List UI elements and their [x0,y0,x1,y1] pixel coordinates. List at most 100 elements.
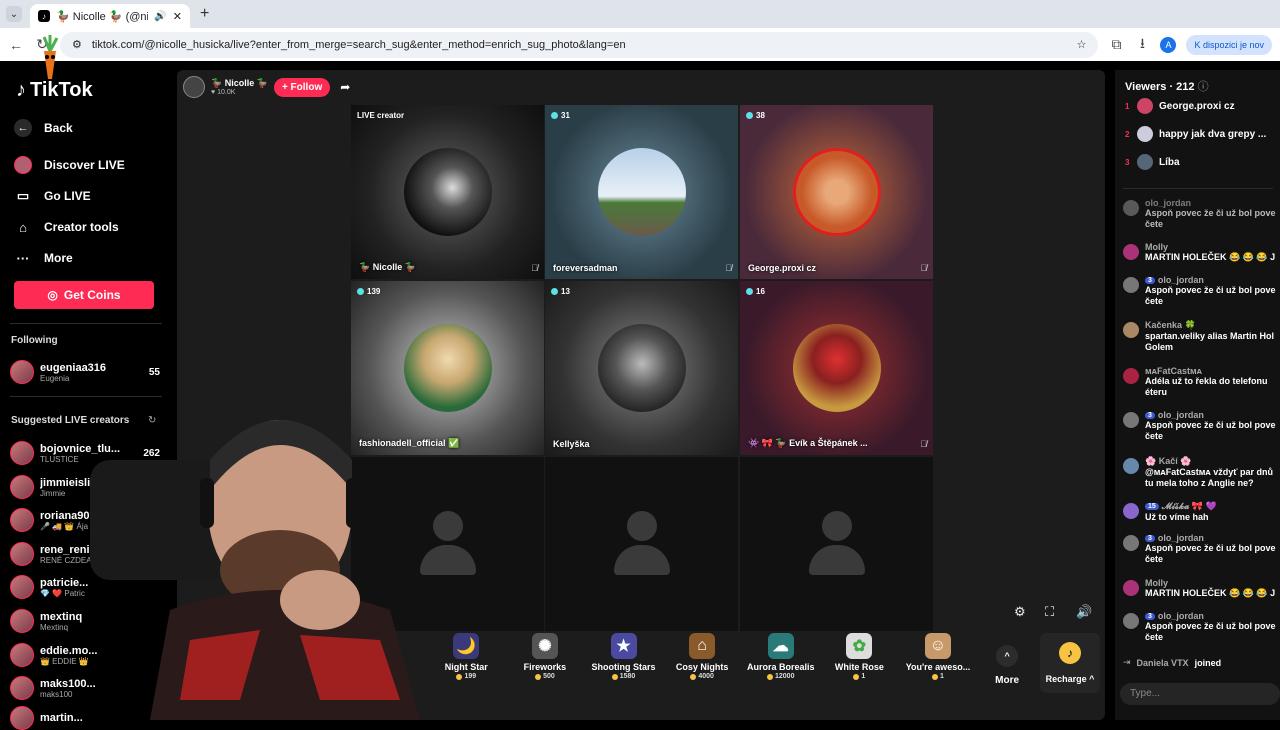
browser-tab[interactable]: ♪ 🦆 Nicolle 🦆 (@nicolle_hu 🔊 ✕ [30,4,190,28]
chat-username[interactable]: Kačenka 🍀 [1145,320,1274,331]
tiktok-logo[interactable]: ♪ TikTok [16,79,93,102]
gift-item[interactable]: ✿ White Rose 1 [820,633,899,698]
webcam-overlay [90,420,420,720]
more-link[interactable]: ··· More [14,249,73,267]
cosy-nights-icon: ⌂ [689,633,716,659]
chat-username[interactable]: olo_jordan [1158,275,1204,285]
url-bar[interactable]: ⚙ tiktok.com/@nicolle_husicka/live?enter… [60,31,1099,58]
tiktok-coin-icon: ♪ [1059,642,1081,664]
chat-username[interactable]: ᴍᴀFatCastᴍᴀ [1145,366,1268,376]
info-icon[interactable]: ⓘ [1198,81,1209,93]
gift-name: Cosy Nights [675,662,729,672]
chat-message[interactable]: Kačenka 🍀 spartan.veliky alias Martin Hol… [1123,320,1280,353]
chat-username[interactable]: olo_jordan [1158,533,1204,543]
guest-cell[interactable]: 13 Kellyška [545,281,738,455]
chat-text-cont: tu mela toho z Anglie ne? [1145,478,1254,488]
joined-username[interactable]: Daniela VTX [1137,658,1189,668]
chat-message[interactable]: ᴍᴀFatCastᴍᴀ Adéla už to řekla do telefonu… [1123,366,1280,398]
settings-gear-icon[interactable]: ⚙ [1014,604,1026,620]
chat-username[interactable]: olo_jordan [1158,611,1204,621]
back-button[interactable]: ← Back [14,119,73,137]
new-tab-icon[interactable]: + [200,5,209,23]
guest-cell[interactable]: 16 👾 🎀 🦆 Evík a Štěpánek ... 🎙̸ [740,281,933,455]
gift-item[interactable]: ★ Shooting Stars 1580 [584,633,663,698]
mic-muted-icon: 🎙̸ [920,263,927,273]
viewer-name: George.proxi cz [1159,100,1235,112]
following-item[interactable]: eugeniaa316 Eugenia 55 [10,360,160,384]
chat-message[interactable]: Molly MARTIN HOLEČEK 😂 😂 😂 J [1123,578,1280,599]
extensions-icon[interactable]: ⧉ [1108,36,1124,53]
share-icon[interactable]: ➦ [340,80,350,94]
site-info-icon[interactable]: ⚙ [72,38,82,51]
coin-icon: ◎ [47,288,58,302]
gift-price: 1580 [612,673,636,680]
guest-cell[interactable]: LIVE creator 🦆 Nicolle 🦆 🎙̸ [351,105,544,279]
go-live-link[interactable]: ▭ Go LIVE [14,187,91,205]
divider [10,323,162,324]
viewers-header[interactable]: Viewers · 212 ⓘ [1125,78,1209,94]
back-arrow-icon: ← [14,119,32,137]
top-viewer-row[interactable]: 1 George.proxi cz [1125,98,1235,114]
speaker-icon[interactable]: 🔊 [154,11,166,22]
chat-message[interactable]: 3 olo_jordan Aspoň povec že či už bol pove… [1123,611,1280,643]
back-arrow-icon[interactable]: ← [8,37,24,53]
follow-button[interactable]: + Follow [273,77,331,97]
guest-cell[interactable]: 38 George.proxi cz 🎙̸ [740,105,933,279]
host-name[interactable]: 🦆 Nicolle 🦆 [211,78,268,89]
chat-message[interactable]: olo_jordan Aspoň povec že či už bol pove č… [1123,198,1280,230]
joined-text: joined [1194,657,1222,668]
gift-item[interactable]: ☺ You're aweso... 1 [899,633,978,698]
address-bar-row: ← ↻ ⚙ tiktok.com/@nicolle_husicka/live?e… [0,28,1280,61]
chat-text-cont: čete [1145,219,1164,229]
top-viewer-row[interactable]: 2 happy jak dva grepy ... [1125,126,1266,142]
chat-message[interactable]: 3 olo_jordan Aspoň povec že či už bol pove… [1123,275,1280,307]
chat-text-cont: čete [1145,431,1164,441]
discover-live-link[interactable]: Discover LIVE [14,156,125,174]
fullscreen-icon[interactable]: ⛶ [1045,604,1054,620]
chat-message[interactable]: Molly MARTIN HOLEČEK 😂 😂 😂 J [1123,242,1280,263]
chat-message[interactable]: 3 olo_jordan Aspoň povec že či už bol pove… [1123,410,1280,442]
guest-name: George.proxi cz [748,263,817,273]
recharge-button[interactable]: ♪ Recharge ^ [1040,633,1100,693]
gift-item[interactable]: ⌂ Cosy Nights 4000 [663,633,742,698]
url-text: tiktok.com/@nicolle_husicka/live?enter_f… [91,38,626,51]
chat-text: Adéla už to řekla do telefonu [1145,376,1268,386]
top-viewer-row[interactable]: 3 Líba [1125,154,1180,170]
chat-username[interactable]: 𝓜𝓲𝓼̌𝓴𝓪 🎀 💜 [1162,501,1217,512]
chat-username[interactable]: olo_jordan [1158,410,1204,420]
close-tab-icon[interactable]: ✕ [173,10,182,23]
gift-item[interactable]: 🌙 Night Star 199 [427,633,506,698]
profile-avatar[interactable]: A [1160,36,1177,53]
guest-name: foreversadman [553,263,618,273]
avatar [1137,126,1153,142]
host-avatar[interactable] [183,76,205,98]
bookmark-star-icon[interactable]: ☆ [1077,38,1087,51]
avatar [1123,322,1139,338]
night-star-icon: 🌙 [453,633,480,659]
more-gifts-button[interactable]: ^ More [977,633,1037,698]
chat-message[interactable]: 15 𝓜𝓲𝓼̌𝓴𝓪 🎀 💜 Už to víme hah [1123,501,1280,523]
avatar [1123,200,1139,216]
empty-seat[interactable] [740,457,933,631]
chat-message[interactable]: 3 olo_jordan Aspoň povec že či už bol pove… [1123,533,1280,565]
guest-cell[interactable]: 31 foreversadman 🎙̸ [545,105,738,279]
gift-name: Shooting Stars [591,662,656,672]
tab-search-icon[interactable]: ⌄ [6,6,22,22]
get-coins-button[interactable]: ◎ Get Coins [14,281,154,309]
badge-text: LIVE creator [357,111,405,120]
empty-seat[interactable] [545,457,738,631]
recharge-label: Recharge ^ [1045,674,1095,684]
chat-input[interactable]: Type... [1120,683,1280,705]
chat-username[interactable]: olo_jordan [1145,198,1276,208]
chat-username[interactable]: Molly [1145,242,1275,252]
gift-item[interactable]: ✺ Fireworks 500 [506,633,585,698]
chat-message[interactable]: 🌸 Kačí 🌸 @ᴍᴀFatCastᴍᴀ vždyť par dnů tu mel… [1123,456,1280,489]
chat-username[interactable]: 🌸 Kačí 🌸 [1145,456,1273,467]
update-notice[interactable]: K dispozici je nov [1186,34,1272,55]
chat-text: Aspoň povec že či už bol pove [1145,621,1276,631]
creator-tools-link[interactable]: ⌂ Creator tools [14,218,119,236]
volume-icon[interactable]: 🔊 [1076,604,1092,620]
chat-username[interactable]: Molly [1145,578,1275,588]
download-icon[interactable]: ⭳ [1134,33,1150,57]
gift-item[interactable]: ☁ Aurora Borealis 12000 [741,633,820,698]
